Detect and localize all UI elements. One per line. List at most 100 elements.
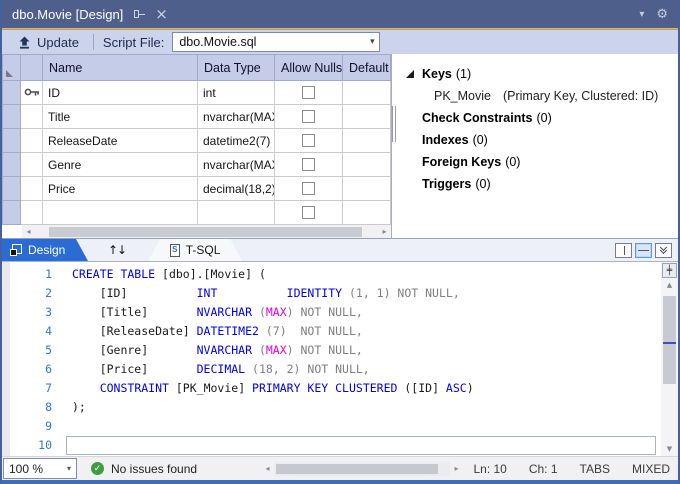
column-header-allow-nulls[interactable]: Allow Nulls — [275, 55, 343, 81]
data-type-cell[interactable]: int — [198, 81, 275, 105]
gear-icon[interactable]: ⚙ — [656, 7, 668, 22]
table-row[interactable]: Titlenvarchar(MAX) — [3, 105, 391, 129]
panel-section-header[interactable]: Indexes(0) — [396, 129, 678, 151]
document-tab[interactable]: dbo.Movie [Design] × — [2, 0, 180, 28]
tab-design[interactable]: Design — [2, 239, 88, 261]
code-text[interactable]: ); — [66, 398, 656, 417]
column-name-cell[interactable]: Title — [43, 105, 198, 129]
column-name-cell[interactable] — [43, 201, 198, 225]
table-row[interactable]: IDint — [3, 81, 391, 105]
swap-panes-button[interactable]: ↑↓ — [104, 241, 130, 259]
column-name-cell[interactable]: Price — [43, 177, 198, 201]
split-vertical-icon[interactable] — [615, 243, 632, 258]
code-token: [PK_Movie] — [169, 381, 252, 395]
tsql-editor[interactable]: 1CREATE TABLE [dbo].[Movie] (2 [ID] INT … — [2, 262, 678, 456]
row-selector[interactable] — [3, 153, 21, 177]
grid-scrollbar-thumb[interactable] — [49, 227, 362, 237]
code-token: ); — [72, 400, 86, 414]
panel-section-header[interactable]: Keys(1) — [396, 63, 678, 85]
editor-scrollbar-track[interactable] — [661, 292, 678, 443]
code-text[interactable]: [ID] INT IDENTITY (1, 1) NOT NULL, — [66, 284, 656, 303]
default-cell[interactable] — [343, 201, 391, 225]
allow-nulls-checkbox[interactable] — [302, 134, 315, 147]
allow-nulls-checkbox[interactable] — [302, 158, 315, 171]
allow-nulls-checkbox[interactable] — [302, 206, 315, 219]
panel-section-header[interactable]: Check Constraints(0) — [396, 107, 678, 129]
row-selector[interactable] — [3, 129, 21, 153]
code-line: 7 CONSTRAINT [PK_Movie] PRIMARY KEY CLUS… — [10, 379, 661, 398]
column-header-default[interactable]: Default — [343, 55, 391, 81]
close-icon[interactable]: × — [155, 7, 168, 22]
default-cell[interactable] — [343, 177, 391, 201]
window-menu-icon[interactable]: ▾ — [639, 9, 644, 20]
grid-scrollbar-track[interactable] — [35, 225, 378, 238]
editor-scrollbar-thumb[interactable] — [663, 296, 676, 384]
panel-item[interactable]: PK_Movie(Primary Key, Clustered: ID) — [396, 85, 678, 107]
code-text[interactable]: [Title] NVARCHAR (MAX) NOT NULL, — [66, 303, 656, 322]
code-token: ( — [252, 305, 266, 319]
allow-nulls-checkbox[interactable] — [302, 86, 315, 99]
script-file-combobox[interactable]: dbo.Movie.sql ▾ — [172, 32, 380, 52]
code-text[interactable]: [Genre] NVARCHAR (MAX) NOT NULL, — [66, 341, 656, 360]
column-name-cell[interactable]: ID — [43, 81, 198, 105]
zoom-arrow-icon[interactable]: ▾ — [67, 464, 71, 473]
editor-vertical-scrollbar[interactable]: ╪ ▲ ▼ — [661, 262, 678, 456]
scroll-right-icon[interactable]: ▸ — [450, 464, 463, 473]
code-text[interactable] — [66, 417, 656, 436]
table-row[interactable]: Pricedecimal(18,2) — [3, 177, 391, 201]
column-name-cell[interactable]: ReleaseDate — [43, 129, 198, 153]
default-cell[interactable] — [343, 105, 391, 129]
pin-icon[interactable] — [132, 8, 146, 20]
data-type-cell[interactable]: decimal(18,2) — [198, 177, 275, 201]
scroll-left-icon[interactable]: ◂ — [22, 225, 35, 238]
scroll-down-icon[interactable]: ▼ — [661, 443, 678, 456]
row-selector[interactable] — [3, 105, 21, 129]
allow-nulls-checkbox[interactable] — [302, 110, 315, 123]
column-name-cell[interactable]: Genre — [43, 153, 198, 177]
scroll-right-icon[interactable]: ▸ — [378, 225, 391, 238]
default-cell[interactable] — [343, 153, 391, 177]
update-button[interactable]: Update — [10, 32, 87, 52]
editor-horizontal-scrollbar[interactable] — [274, 462, 450, 476]
context-panel: Keys(1)PK_Movie(Primary Key, Clustered: … — [396, 54, 678, 238]
code-text[interactable]: CONSTRAINT [PK_Movie] PRIMARY KEY CLUSTE… — [66, 379, 656, 398]
tab-tsql[interactable]: S T-SQL — [148, 239, 242, 261]
panel-section-header[interactable]: Triggers(0) — [396, 173, 678, 195]
code-token: DECIMAL — [197, 362, 245, 376]
collapse-pane-icon[interactable] — [655, 243, 672, 258]
row-selector[interactable] — [3, 81, 21, 105]
expander-icon[interactable] — [406, 70, 414, 78]
panel-section-label: Foreign Keys — [422, 155, 501, 169]
row-selector[interactable] — [3, 177, 21, 201]
code-token: CONSTRAINT — [100, 381, 169, 395]
column-header-name[interactable]: Name — [43, 55, 198, 81]
zoom-combobox[interactable]: 100 % ▾ — [3, 458, 77, 479]
code-text[interactable] — [66, 436, 656, 455]
grid-horizontal-scrollbar[interactable]: ◂ ▸ — [22, 225, 391, 238]
combo-arrow-icon[interactable]: ▾ — [365, 37, 379, 47]
code-text[interactable]: [ReleaseDate] DATETIME2 (7) NOT NULL, — [66, 322, 656, 341]
default-cell[interactable] — [343, 129, 391, 153]
table-row[interactable]: Genrenvarchar(MAX) — [3, 153, 391, 177]
code-area[interactable]: 1CREATE TABLE [dbo].[Movie] (2 [ID] INT … — [10, 262, 661, 456]
data-type-cell[interactable]: nvarchar(MAX) — [198, 105, 275, 129]
split-horizontal-icon[interactable] — [635, 243, 652, 258]
pane-splitter[interactable] — [391, 54, 396, 238]
data-type-cell[interactable] — [198, 201, 275, 225]
data-type-cell[interactable]: nvarchar(MAX) — [198, 153, 275, 177]
code-text[interactable]: CREATE TABLE [dbo].[Movie] ( — [66, 265, 656, 284]
editor-hscrollbar-thumb[interactable] — [276, 464, 438, 474]
table-row[interactable]: ReleaseDatedatetime2(7) — [3, 129, 391, 153]
allow-nulls-checkbox[interactable] — [302, 182, 315, 195]
row-selector[interactable] — [3, 201, 21, 225]
default-cell[interactable] — [343, 81, 391, 105]
data-type-cell[interactable]: datetime2(7) — [198, 129, 275, 153]
code-text[interactable]: [Price] DECIMAL (18, 2) NOT NULL, — [66, 360, 656, 379]
scroll-up-icon[interactable]: ▲ — [661, 279, 678, 292]
split-window-handle[interactable]: ╪ — [662, 263, 677, 278]
table-row[interactable] — [3, 201, 391, 225]
select-all-corner[interactable] — [3, 55, 21, 81]
panel-section-header[interactable]: Foreign Keys(0) — [396, 151, 678, 173]
scroll-left-icon[interactable]: ◂ — [261, 464, 274, 473]
column-header-data-type[interactable]: Data Type — [198, 55, 275, 81]
